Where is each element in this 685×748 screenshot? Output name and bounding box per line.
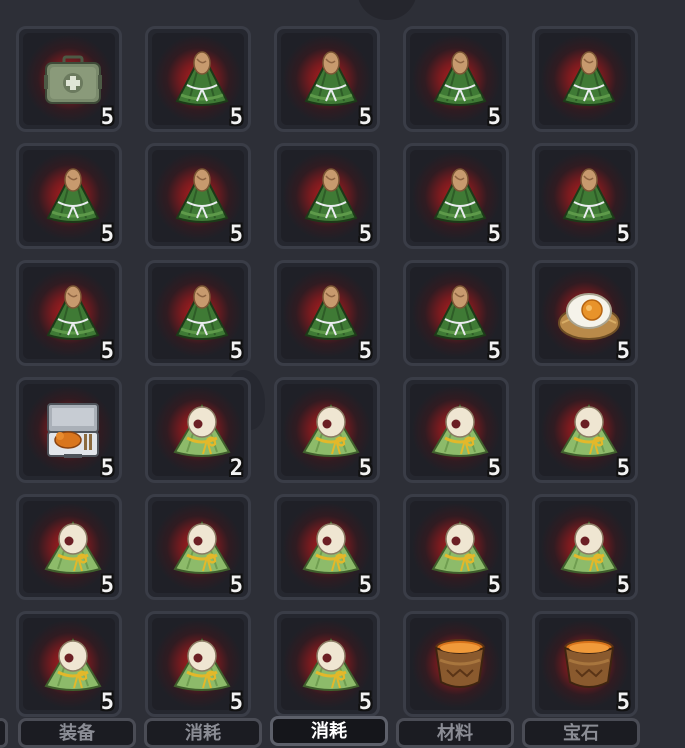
medkit-case-icon [38, 45, 108, 115]
item-count: 5 [358, 105, 372, 130]
wine-cup-icon [554, 630, 624, 700]
inventory-slot[interactable]: 5 [274, 377, 380, 483]
item-count: 5 [616, 690, 630, 715]
inventory-slot[interactable]: 5 [16, 143, 122, 249]
inventory-slot[interactable]: 5 [403, 26, 509, 132]
inventory-slot[interactable]: 5 [532, 377, 638, 483]
inventory-slot[interactable]: 5 [16, 26, 122, 132]
category-tab-bar: 装备 消耗 消耗 材料 宝石 [0, 716, 685, 748]
green-zongzi-icon [167, 162, 237, 232]
item-count: 5 [358, 222, 372, 247]
green-zongzi-icon [38, 162, 108, 232]
item-count: 5 [229, 222, 243, 247]
inventory-slot[interactable]: 5 [274, 611, 380, 717]
red-bean-zongzi-icon [167, 396, 237, 466]
red-bean-zongzi-icon [167, 630, 237, 700]
inventory-slot[interactable]: 5 [16, 260, 122, 366]
green-zongzi-icon [425, 45, 495, 115]
item-count: 2 [229, 456, 243, 481]
inventory-slot[interactable]: 5 [145, 260, 251, 366]
item-count: 5 [616, 339, 630, 364]
item-count: 5 [487, 105, 501, 130]
tab-consumable-a[interactable]: 消耗 [144, 718, 262, 748]
item-count: 5 [616, 573, 630, 598]
inventory-slot[interactable]: 5 [274, 260, 380, 366]
item-count: 5 [358, 456, 372, 481]
inventory-slot[interactable] [532, 26, 638, 132]
inventory-slot[interactable]: 5 [145, 26, 251, 132]
slot-background [539, 33, 631, 125]
red-bean-zongzi-icon [554, 396, 624, 466]
item-count: 5 [616, 456, 630, 481]
green-zongzi-icon [554, 162, 624, 232]
inventory-slot[interactable]: 5 [274, 494, 380, 600]
red-bean-zongzi-icon [425, 513, 495, 583]
slot-background [410, 618, 502, 710]
wine-cup-icon [425, 630, 495, 700]
green-zongzi-icon [554, 45, 624, 115]
green-zongzi-icon [296, 279, 366, 349]
green-zongzi-icon [38, 279, 108, 349]
green-zongzi-icon [425, 279, 495, 349]
green-zongzi-icon [167, 279, 237, 349]
inventory-slot[interactable]: 2 [145, 377, 251, 483]
item-count: 5 [487, 456, 501, 481]
inventory-slot[interactable]: 5 [403, 260, 509, 366]
inventory-slot[interactable]: 5 [274, 26, 380, 132]
red-bean-zongzi-icon [38, 513, 108, 583]
item-count: 5 [229, 339, 243, 364]
item-count: 5 [616, 222, 630, 247]
green-zongzi-icon [425, 162, 495, 232]
tab-consumable-active[interactable]: 消耗 [270, 716, 388, 746]
item-count: 5 [358, 339, 372, 364]
item-count: 5 [100, 222, 114, 247]
inventory-slot[interactable]: 5 [145, 611, 251, 717]
tab-gems[interactable]: 宝石 [522, 718, 640, 748]
item-count: 5 [100, 456, 114, 481]
item-count: 5 [358, 573, 372, 598]
red-bean-zongzi-icon [296, 630, 366, 700]
inventory-slot[interactable]: 5 [16, 611, 122, 717]
inventory-slot[interactable]: 5 [403, 377, 509, 483]
item-count: 5 [487, 339, 501, 364]
inventory-slot[interactable]: 5 [532, 494, 638, 600]
inventory-slot[interactable]: 5 [16, 494, 122, 600]
item-count: 5 [229, 573, 243, 598]
inventory-slot[interactable]: 5 [532, 143, 638, 249]
background-notch [357, 0, 417, 20]
item-count: 5 [100, 339, 114, 364]
green-zongzi-icon [296, 45, 366, 115]
inventory-slot[interactable]: 5 [532, 611, 638, 717]
tab-materials[interactable]: 材料 [396, 718, 514, 748]
roast-chicken-case-icon [38, 396, 108, 466]
red-bean-zongzi-icon [425, 396, 495, 466]
item-count: 5 [487, 222, 501, 247]
item-count: 5 [100, 105, 114, 130]
inventory-slot[interactable]: 5 [403, 494, 509, 600]
green-zongzi-icon [296, 162, 366, 232]
inventory-slot[interactable]: 5 [145, 143, 251, 249]
red-bean-zongzi-icon [38, 630, 108, 700]
red-bean-zongzi-icon [296, 513, 366, 583]
red-bean-zongzi-icon [554, 513, 624, 583]
green-zongzi-icon [167, 45, 237, 115]
item-count: 5 [229, 105, 243, 130]
inventory-slot[interactable]: 5 [145, 494, 251, 600]
inventory-slot[interactable]: 5 [16, 377, 122, 483]
item-count: 5 [358, 690, 372, 715]
inventory-slot[interactable]: 5 [532, 260, 638, 366]
tab-equipment[interactable]: 装备 [18, 718, 136, 748]
item-count: 5 [100, 690, 114, 715]
inventory-slot[interactable] [403, 611, 509, 717]
red-bean-zongzi-icon [167, 513, 237, 583]
inventory-slot[interactable]: 5 [403, 143, 509, 249]
item-count: 5 [229, 690, 243, 715]
item-count: 5 [100, 573, 114, 598]
inventory-slot[interactable]: 5 [274, 143, 380, 249]
tab-edge [0, 718, 8, 748]
item-count: 5 [487, 573, 501, 598]
red-bean-zongzi-icon [296, 396, 366, 466]
salted-egg-icon [554, 279, 624, 349]
